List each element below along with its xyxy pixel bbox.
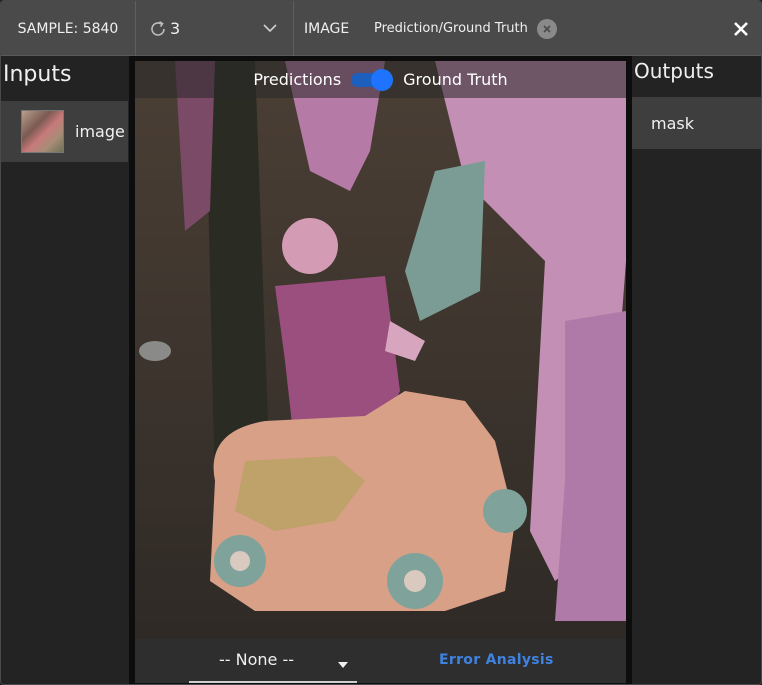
outputs-title: Outputs bbox=[634, 59, 714, 83]
prediction-groundtruth-switch[interactable] bbox=[351, 68, 394, 91]
close-icon[interactable] bbox=[730, 18, 752, 40]
select-underline bbox=[189, 681, 357, 683]
sample-number-label: SAMPLE: 5840 bbox=[1, 1, 136, 56]
refresh-icon[interactable] bbox=[148, 19, 168, 39]
predictions-label: Predictions bbox=[253, 70, 342, 89]
output-item-label: mask bbox=[651, 113, 694, 133]
switch-knob bbox=[371, 68, 394, 91]
label-tag: Prediction/Ground Truth bbox=[374, 21, 528, 36]
remove-tag-icon[interactable] bbox=[537, 19, 557, 39]
ground-truth-label: Ground Truth bbox=[403, 70, 508, 89]
image-thumbnail bbox=[21, 110, 64, 153]
caret-down-icon[interactable] bbox=[337, 655, 349, 668]
inputs-panel: Inputs image bbox=[1, 56, 129, 684]
output-item-mask[interactable]: mask bbox=[632, 97, 761, 149]
chevron-down-icon[interactable] bbox=[261, 19, 279, 37]
viewer-bottom-bar: -- None -- Error Analysis bbox=[135, 639, 626, 683]
input-item-label: image bbox=[75, 122, 125, 141]
outputs-panel: Outputs mask bbox=[632, 56, 761, 684]
sample-image[interactable]: Predictions Ground Truth bbox=[135, 61, 626, 639]
image-viewer: Predictions Ground Truth -- None -- Erro… bbox=[129, 56, 632, 684]
error-analysis-button[interactable]: Error Analysis bbox=[439, 652, 554, 668]
top-toolbar: SAMPLE: 5840 3 IMAGE Prediction/Ground T… bbox=[1, 1, 761, 56]
input-item-image[interactable]: image bbox=[1, 101, 128, 162]
prediction-toggle-bar: Predictions Ground Truth bbox=[135, 61, 626, 98]
inputs-title: Inputs bbox=[3, 62, 72, 87]
segmentation-overlay-image bbox=[135, 61, 626, 639]
history-dropdown[interactable]: 3 bbox=[136, 1, 294, 56]
image-field-label: IMAGE bbox=[304, 20, 350, 37]
sample-viewer-window: SAMPLE: 5840 3 IMAGE Prediction/Ground T… bbox=[0, 0, 762, 685]
analysis-select-value[interactable]: -- None -- bbox=[219, 650, 294, 669]
history-value: 3 bbox=[170, 19, 181, 38]
